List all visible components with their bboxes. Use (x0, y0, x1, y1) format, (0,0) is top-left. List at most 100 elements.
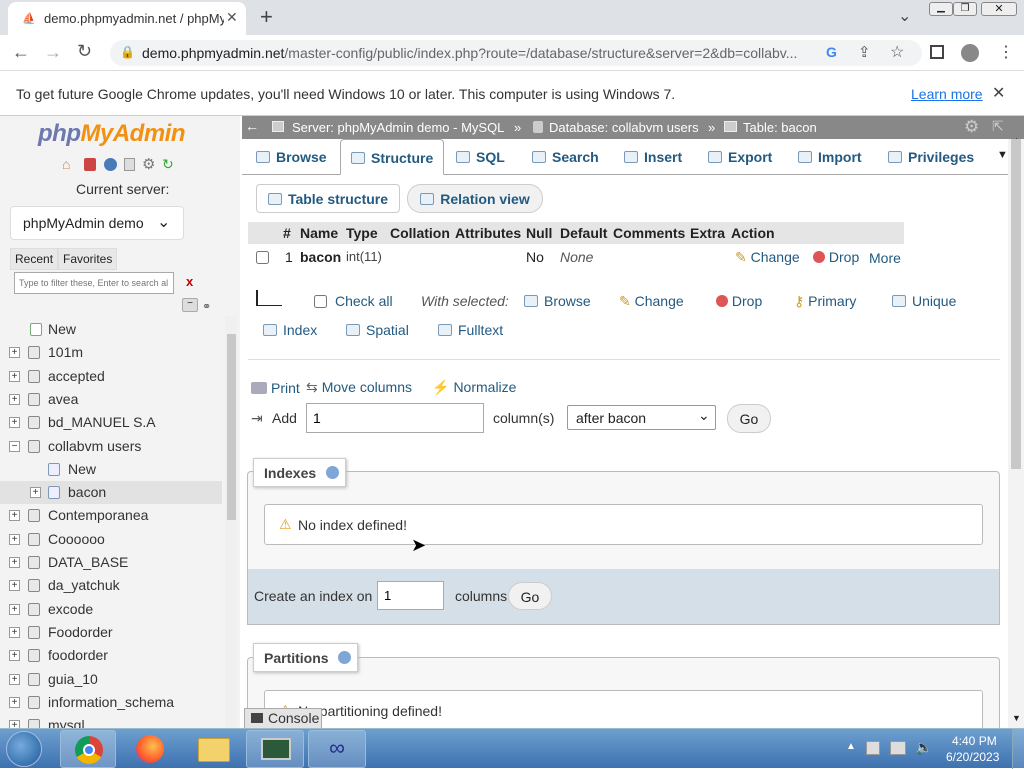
action-center-icon[interactable] (866, 741, 880, 755)
bulk-primary-button[interactable]: ⚷ Primary (794, 293, 856, 310)
subtab-relation-view[interactable]: Relation view (407, 184, 543, 213)
bulk-change-button[interactable]: ✎ Change (619, 293, 684, 310)
bulk-index-button[interactable]: Index (263, 322, 317, 338)
nav-database-item[interactable]: + DATA_BASE (0, 551, 222, 574)
infobar-close-icon[interactable]: ✕ (992, 83, 1005, 103)
bookmark-star-icon[interactable]: ☆ (890, 42, 904, 62)
restore-button[interactable]: ❐ (953, 2, 977, 16)
google-lens-icon[interactable]: G (826, 44, 837, 60)
nav-table-bacon[interactable]: + bacon (0, 481, 222, 505)
collapse-nav-icon[interactable]: ← (245, 118, 259, 134)
check-all-checkbox[interactable] (314, 295, 327, 308)
row-drop-link[interactable]: Drop (813, 249, 859, 265)
start-button[interactable] (6, 731, 42, 767)
tab-search-icon[interactable]: ⌄ (898, 6, 911, 26)
kebab-menu-icon[interactable]: ⋮ (998, 42, 1014, 62)
forward-icon[interactable]: → (44, 42, 62, 63)
row-checkbox[interactable] (256, 251, 269, 264)
expand-toggle-icon[interactable]: + (9, 626, 20, 638)
firefox-taskbar-icon[interactable] (136, 735, 164, 763)
expand-toggle-icon[interactable]: + (9, 370, 20, 382)
nav-database-item[interactable]: + information_schema (0, 691, 222, 714)
tab-browse[interactable]: Browse (256, 139, 340, 175)
expand-toggle-icon[interactable]: + (9, 347, 20, 359)
pma-logo[interactable]: phpMyAdmin (38, 120, 185, 148)
nav-database-item[interactable]: + Contemporanea (0, 504, 222, 527)
main-scroll-thumb[interactable] (1011, 139, 1021, 469)
home-icon[interactable]: ⌂ (62, 156, 70, 172)
tab-insert[interactable]: Insert (624, 139, 696, 175)
nav-new[interactable]: New (0, 318, 222, 341)
bulk-spatial-button[interactable]: Spatial (346, 322, 409, 338)
database-filter-input[interactable] (14, 272, 174, 294)
bulk-drop-button[interactable]: Drop (716, 293, 762, 309)
nav-scroll-thumb[interactable] (227, 334, 236, 520)
breadcrumb-table[interactable]: Table: bacon (743, 120, 817, 135)
tab-search[interactable]: Search (532, 139, 612, 175)
nav-database-item[interactable]: + Foodorder (0, 621, 222, 644)
bulk-unique-button[interactable]: Unique (892, 293, 956, 309)
expand-toggle-icon[interactable]: + (9, 510, 20, 522)
collapse-all-icon[interactable]: − (182, 298, 198, 312)
side-panel-icon[interactable] (930, 45, 944, 59)
filter-clear-button[interactable]: x (186, 274, 193, 289)
address-bar[interactable]: 🔒 demo.phpmyadmin.net/master-config/publ… (110, 40, 922, 66)
nav-subnew[interactable]: New (0, 458, 222, 481)
create-index-count-input[interactable] (377, 581, 444, 610)
help-icon[interactable] (338, 651, 352, 664)
normalize-link[interactable]: ⚡ Normalize (432, 379, 516, 396)
nav-database-item[interactable]: + mysql (0, 714, 222, 728)
nav-database-item[interactable]: + da_yatchuk (0, 574, 222, 597)
add-go-button[interactable]: Go (727, 404, 771, 433)
link-icon[interactable]: ⚭ (202, 300, 211, 313)
nav-database-item[interactable]: + accepted (0, 365, 222, 388)
breadcrumb-server[interactable]: Server: phpMyAdmin demo - MySQL (292, 120, 504, 135)
add-columns-count-input[interactable] (306, 403, 484, 433)
window-close-button[interactable]: ✕ (981, 2, 1017, 16)
breadcrumb-database[interactable]: Database: collabvm users (549, 120, 699, 135)
row-change-link[interactable]: ✎ Change (735, 249, 800, 266)
nav-scrollbar[interactable] (225, 316, 237, 728)
nav-database-item[interactable]: + foodorder (0, 644, 222, 667)
expand-toggle-icon[interactable]: + (9, 720, 20, 728)
tray-expand-icon[interactable]: ▲ (846, 741, 856, 752)
console-toggle[interactable]: Console (244, 708, 322, 728)
close-panel-icon[interactable]: ⇱ (992, 118, 1004, 135)
chrome-taskbar-icon[interactable] (60, 730, 116, 768)
add-position-select[interactable]: after bacon ⌄ (567, 405, 716, 430)
nav-database-item[interactable]: + guia_10 (0, 668, 222, 691)
scroll-down-icon[interactable]: ▼ (1012, 713, 1021, 723)
clock-time[interactable]: 4:40 PM (952, 734, 997, 748)
expand-toggle-icon[interactable]: + (9, 696, 20, 708)
tab-export[interactable]: Export (708, 139, 788, 175)
vs-taskbar-icon[interactable]: ∞ (308, 730, 366, 768)
profile-avatar-icon[interactable] (961, 44, 979, 62)
browser-tab[interactable]: ⛵ demo.phpmyadmin.net / phpMy ✕ (8, 2, 246, 35)
share-icon[interactable]: ⇪ (858, 43, 871, 61)
reload-icon[interactable]: ↻ (77, 41, 92, 62)
expand-toggle-icon[interactable]: + (9, 603, 20, 615)
settings-icon[interactable]: ⚙ (142, 155, 155, 173)
nav-database-item[interactable]: + bd_MANUEL S.A (0, 411, 222, 434)
bulk-fulltext-button[interactable]: Fulltext (438, 322, 503, 338)
move-columns-link[interactable]: ⇆ Move columns (306, 379, 412, 396)
create-index-go-button[interactable]: Go (508, 582, 552, 610)
recent-tab[interactable]: Recent (10, 248, 59, 270)
subtab-table-structure[interactable]: Table structure (256, 184, 400, 213)
main-scrollbar[interactable]: ▲ ▼ (1008, 135, 1024, 728)
tab-sql[interactable]: SQL (456, 139, 520, 175)
nav-database-item[interactable]: − collabvm users (0, 435, 222, 458)
expand-toggle-icon[interactable]: + (9, 650, 20, 662)
expand-toggle-icon[interactable]: + (9, 557, 20, 568)
check-all[interactable]: Check all (314, 293, 393, 309)
favorites-tab[interactable]: Favorites (58, 248, 118, 270)
nav-database-item[interactable]: +101m (0, 341, 222, 364)
network-icon[interactable] (890, 741, 906, 755)
tab-structure[interactable]: Structure (340, 139, 444, 175)
clock-date[interactable]: 6/20/2023 (946, 750, 999, 764)
tab-privileges[interactable]: Privileges (888, 139, 982, 175)
back-icon[interactable]: ← (12, 42, 30, 63)
bulk-browse-button[interactable]: Browse (524, 293, 591, 309)
print-link[interactable]: Print (251, 380, 300, 396)
logout-icon[interactable] (84, 158, 96, 171)
